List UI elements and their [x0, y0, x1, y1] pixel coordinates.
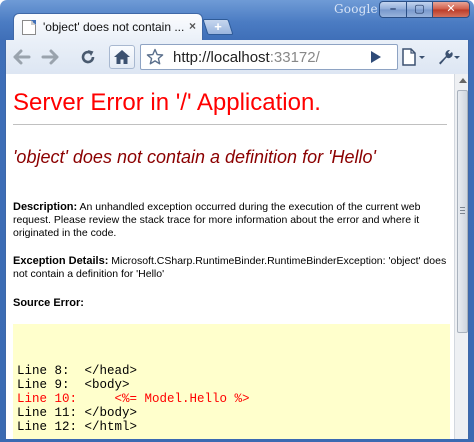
page-menu-icon [402, 48, 425, 66]
vertical-scrollbar[interactable] [454, 74, 469, 439]
close-window-button[interactable]: ✕ [432, 1, 470, 18]
divider [13, 124, 447, 125]
source-error-heading: Source Error: [13, 297, 449, 310]
browser-window: Google – ▢ ✕ 'object' does not contain .… [0, 0, 474, 442]
home-button[interactable] [109, 45, 135, 69]
exception-details-paragraph: Exception Details: Microsoft.CSharp.Runt… [13, 255, 449, 281]
exception-label: Exception Details: [13, 255, 109, 267]
page-favicon-icon [22, 20, 36, 35]
play-arrow-icon [371, 51, 381, 63]
code-line: Line 12: </html> [17, 420, 138, 434]
back-arrow-icon [13, 49, 31, 65]
code-line: Line 8: </head> [17, 364, 138, 378]
description-label: Description: [13, 201, 78, 213]
minimize-button[interactable]: – [379, 1, 407, 18]
navigation-toolbar: http://localhost:33172/ [5, 40, 469, 74]
source-label: Source Error: [13, 297, 84, 309]
url-text[interactable]: http://localhost:33172/ [173, 49, 320, 66]
scroll-up-arrow-icon[interactable] [459, 78, 467, 83]
tab-title: 'object' does not contain ... [43, 20, 185, 34]
page-title: Server Error in '/' Application. [13, 89, 321, 116]
reload-button[interactable] [76, 45, 100, 69]
url-host: http://localhost [173, 49, 270, 66]
grip-icon [460, 207, 465, 216]
back-button[interactable] [9, 45, 35, 69]
bookmark-star-icon[interactable] [146, 48, 164, 66]
new-tab-button[interactable]: + [202, 19, 234, 35]
home-icon [114, 50, 130, 64]
plus-icon: + [214, 19, 222, 34]
address-bar[interactable]: http://localhost:33172/ [140, 44, 398, 70]
error-title: 'object' does not contain a definition f… [13, 147, 376, 167]
description-paragraph: Description: An unhandled exception occu… [13, 201, 449, 240]
reload-icon [81, 50, 95, 64]
scrollbar-thumb[interactable] [457, 90, 468, 333]
source-code-box: Line 8: </head> Line 9: <body> Line 10: … [13, 324, 450, 439]
page-content: Server Error in '/' Application. 'object… [5, 74, 454, 439]
forward-button[interactable] [37, 45, 63, 69]
wrench-icon [439, 49, 460, 65]
code-line: Line 9: <body> [17, 378, 130, 392]
url-port-path: :33172/ [269, 49, 320, 66]
code-line-highlighted: Line 10: <%= Model.Hello %> [17, 392, 250, 406]
tab-active[interactable]: 'object' does not contain ... × [13, 13, 203, 41]
browser-brand: Google [334, 2, 378, 16]
page-menu-button[interactable] [399, 45, 429, 69]
tab-close-icon[interactable]: × [189, 19, 196, 33]
tools-menu-button[interactable] [434, 45, 464, 69]
forward-arrow-icon [41, 49, 59, 65]
go-button[interactable] [365, 45, 387, 69]
maximize-button[interactable]: ▢ [406, 1, 433, 18]
code-line: Line 11: </body> [17, 406, 138, 420]
